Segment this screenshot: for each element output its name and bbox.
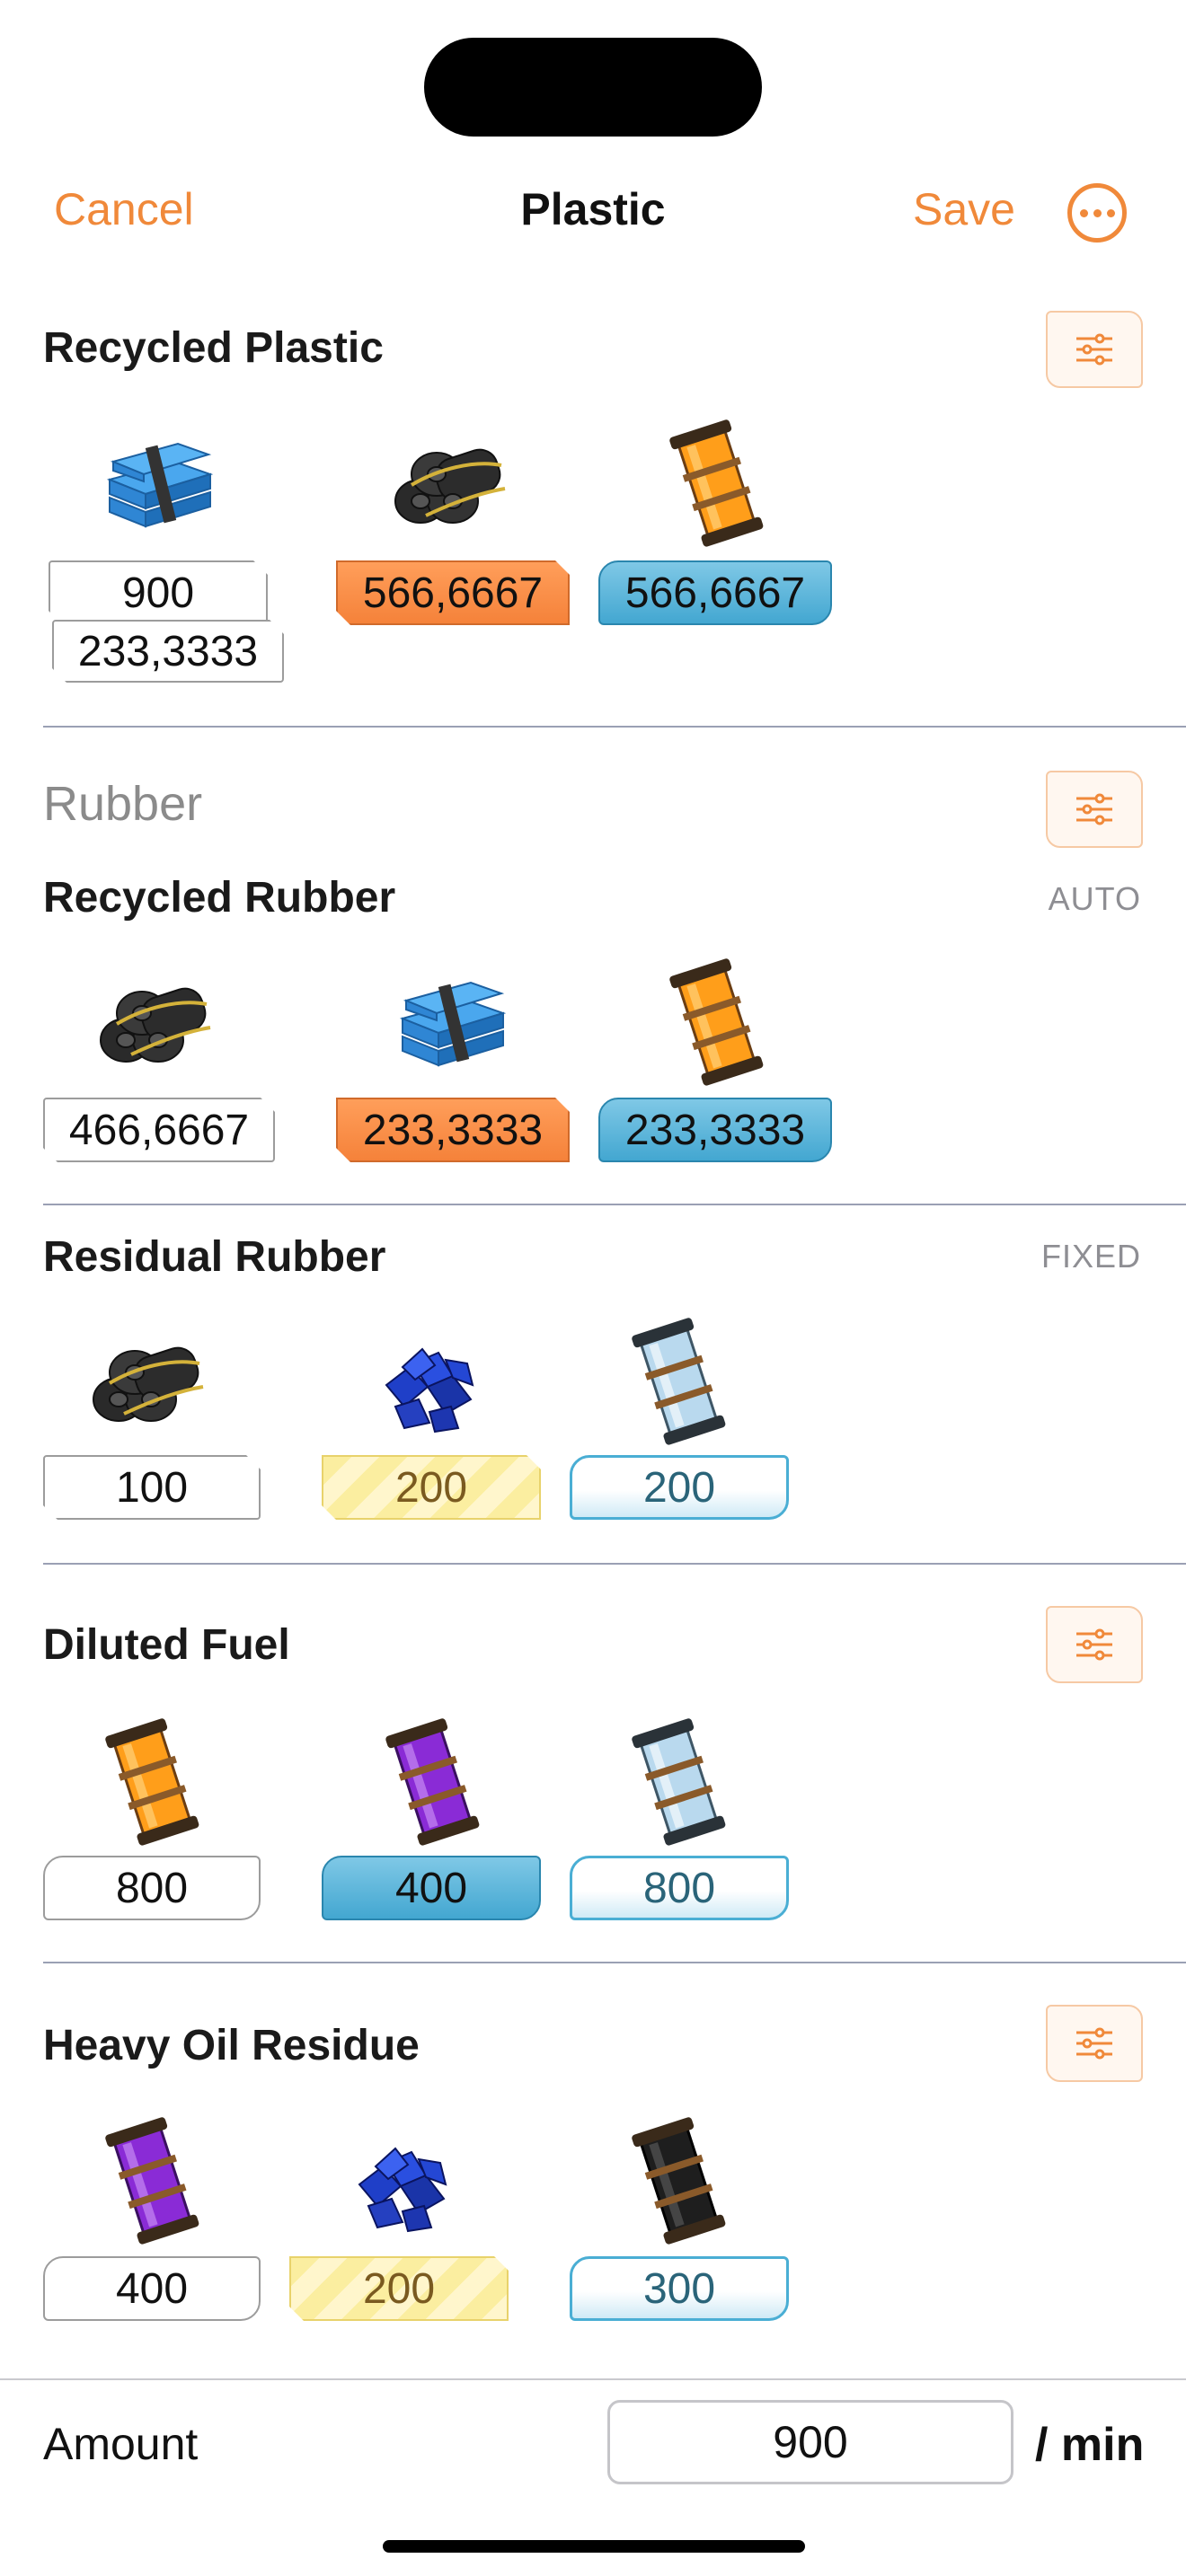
bottom-bar-separator <box>0 2378 1186 2380</box>
input-amount-badge[interactable]: 300 <box>570 2256 789 2321</box>
group-title-rubber: Rubber <box>43 777 203 831</box>
byproduct-amount-badge[interactable]: 233,3333 <box>52 620 284 683</box>
product-amount-badge[interactable]: 466,6667 <box>43 1098 275 1162</box>
byproduct-amount-badge[interactable]: 200 <box>289 2256 509 2321</box>
recipe-title-recycled-plastic: Recycled Plastic <box>43 324 384 372</box>
input-amount-badge[interactable]: 566,6667 <box>336 560 570 625</box>
input-amount-badge[interactable]: 400 <box>322 1856 541 1920</box>
product-amount-badge[interactable]: 800 <box>43 1856 261 1920</box>
page-title: Plastic <box>520 184 666 234</box>
input-amount-badge[interactable]: 233,3333 <box>598 1098 832 1162</box>
filter-sliders-icon[interactable] <box>1046 311 1143 388</box>
auto-tag: AUTO <box>1048 880 1141 917</box>
rubber-rolls-icon <box>83 1313 217 1448</box>
filter-sliders-icon[interactable] <box>1046 2005 1143 2082</box>
plastic-sheets-icon <box>92 415 226 550</box>
section-divider <box>43 726 1186 728</box>
filter-sliders-icon[interactable] <box>1046 1606 1143 1683</box>
section-divider <box>43 1962 1186 1963</box>
recipe-title-diluted-fuel: Diluted Fuel <box>43 1621 290 1669</box>
product-amount-badge[interactable]: 100 <box>43 1455 261 1520</box>
section-divider <box>43 1563 1186 1565</box>
polymer-resin-icon <box>359 1313 494 1448</box>
recipe-title-heavy-oil-residue: Heavy Oil Residue <box>43 2022 420 2069</box>
rubber-rolls-icon <box>90 954 225 1089</box>
amount-input[interactable] <box>607 2400 1013 2484</box>
section-divider <box>43 1204 1186 1205</box>
cancel-button[interactable]: Cancel <box>54 183 194 235</box>
fixed-tag: FIXED <box>1040 1238 1141 1275</box>
product-amount-badge[interactable]: 900 <box>49 560 268 625</box>
input-amount-badge[interactable]: 800 <box>570 1856 789 1920</box>
ellipsis-circle-icon[interactable] <box>1067 183 1127 243</box>
input-amount-badge[interactable]: 566,6667 <box>598 560 832 625</box>
input-amount-badge[interactable]: 200 <box>322 1455 541 1520</box>
recipe-title-residual-rubber: Residual Rubber <box>43 1233 386 1281</box>
rubber-rolls-icon <box>385 415 519 550</box>
navigation-bar: Cancel Plastic Save <box>0 171 1186 251</box>
amount-label: Amount <box>43 2419 199 2469</box>
fuel-packaged-icon <box>649 415 783 550</box>
save-button[interactable]: Save <box>913 183 1015 235</box>
byproduct-amount-badge[interactable]: 200 <box>570 1455 789 1520</box>
crude-oil-packaged-icon <box>611 2113 746 2247</box>
heavy-oil-packaged-icon <box>365 1714 500 1848</box>
heavy-oil-packaged-icon <box>84 2113 219 2247</box>
amount-unit-label: / min <box>1035 2419 1145 2471</box>
filter-sliders-icon[interactable] <box>1046 771 1143 848</box>
fuel-packaged-icon <box>649 954 783 1089</box>
input-amount-badge[interactable]: 233,3333 <box>336 1098 570 1162</box>
dynamic-island <box>424 38 762 137</box>
home-indicator[interactable] <box>383 2540 805 2553</box>
water-packaged-icon <box>611 1714 746 1848</box>
product-amount-badge[interactable]: 400 <box>43 2256 261 2321</box>
recipe-title-recycled-rubber: Recycled Rubber <box>43 874 396 922</box>
polymer-resin-icon <box>332 2113 467 2247</box>
plastic-sheets-icon <box>385 954 519 1089</box>
fuel-packaged-icon <box>84 1714 219 1848</box>
water-packaged-icon <box>611 1313 746 1448</box>
